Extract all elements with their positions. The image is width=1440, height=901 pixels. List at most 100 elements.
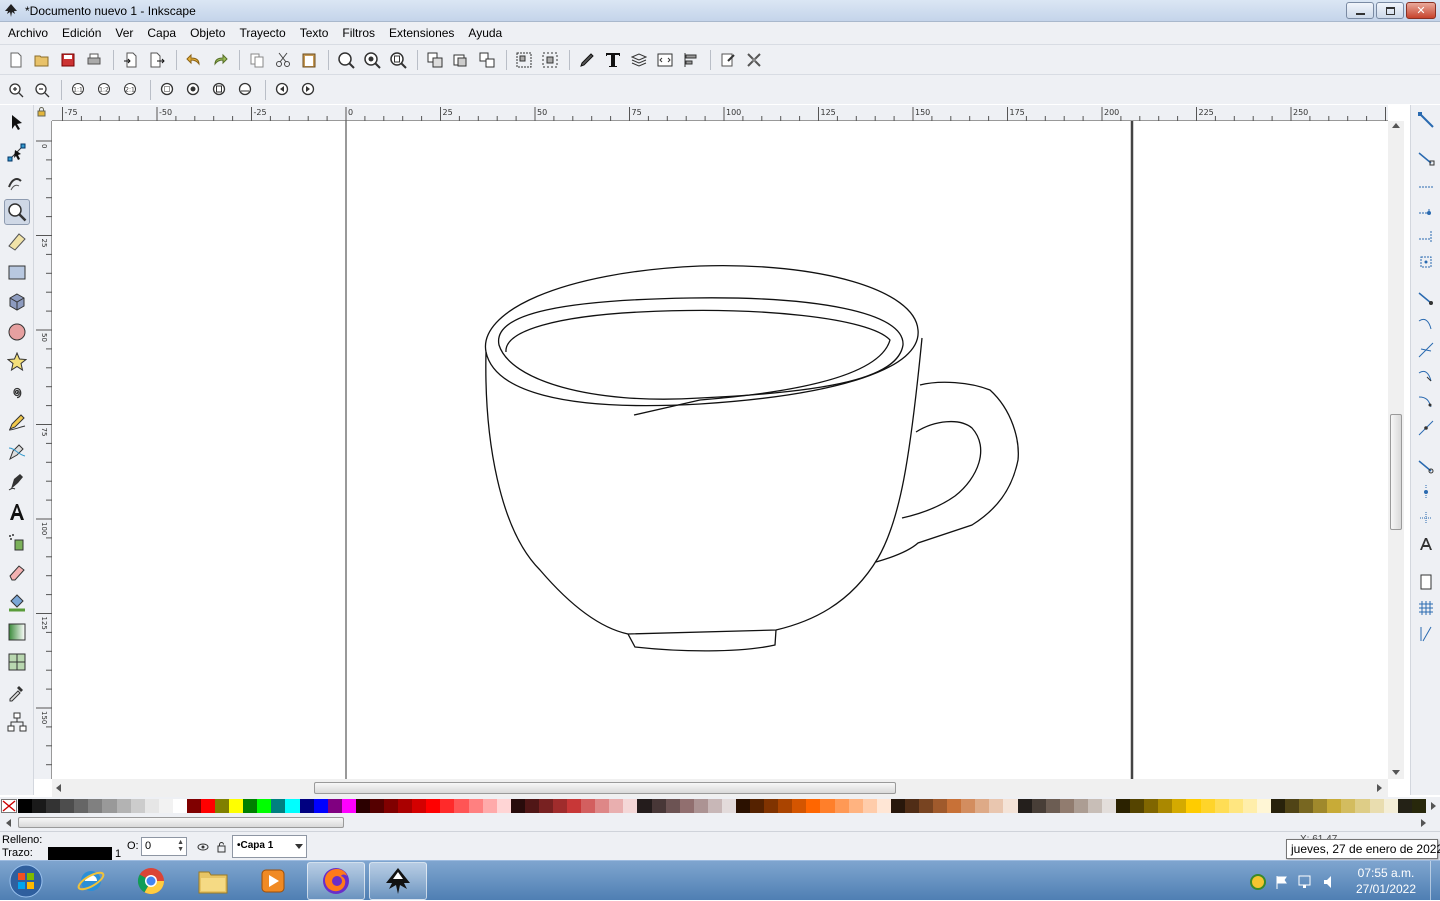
horizontal-scroll-thumb[interactable] xyxy=(314,782,896,794)
color-swatch[interactable] xyxy=(552,799,568,813)
paste-button[interactable] xyxy=(297,48,321,72)
stroke-width-value[interactable]: 1 xyxy=(115,848,121,860)
color-swatch[interactable] xyxy=(989,799,1004,813)
color-swatch[interactable] xyxy=(1270,799,1286,813)
node-tool[interactable] xyxy=(4,139,30,165)
zoom-tool[interactable] xyxy=(4,199,30,225)
duplicate-button[interactable] xyxy=(423,48,447,72)
select-tool[interactable] xyxy=(4,109,30,135)
tray-volume-icon[interactable] xyxy=(1322,874,1338,890)
color-swatch[interactable] xyxy=(848,799,863,813)
snap-intersections-button[interactable] xyxy=(1417,341,1435,359)
color-swatch[interactable] xyxy=(735,799,751,813)
color-swatch[interactable] xyxy=(426,799,441,813)
scroll-right-arrow[interactable] xyxy=(1377,784,1382,792)
coffee-cup-drawing[interactable] xyxy=(484,264,1019,652)
color-swatch[interactable] xyxy=(130,799,145,813)
snap-text-baseline-button[interactable] xyxy=(1417,535,1435,553)
zoom-1-2-button[interactable]: 1:2 xyxy=(93,78,117,102)
color-swatch[interactable] xyxy=(1327,799,1342,813)
cup-handle-inner[interactable] xyxy=(901,421,982,519)
color-swatch[interactable] xyxy=(341,799,356,813)
color-swatch[interactable] xyxy=(1045,799,1060,813)
color-swatch[interactable] xyxy=(102,799,117,813)
vertical-scrollbar[interactable] xyxy=(1388,121,1404,779)
color-swatch[interactable] xyxy=(919,799,934,813)
color-swatch[interactable] xyxy=(1256,799,1271,813)
color-swatch[interactable] xyxy=(299,799,314,813)
color-swatch[interactable] xyxy=(369,799,385,813)
snap-grid-button[interactable] xyxy=(1417,599,1435,617)
taskbar-file-explorer[interactable] xyxy=(184,862,242,900)
calligraphy-tool[interactable] xyxy=(4,469,30,495)
menu-archivo[interactable]: Archivo xyxy=(8,26,55,40)
color-swatch[interactable] xyxy=(327,799,342,813)
ellipse-tool[interactable] xyxy=(4,319,30,345)
color-swatch[interactable] xyxy=(271,799,286,813)
document-properties-button[interactable] xyxy=(716,48,740,72)
color-swatch[interactable] xyxy=(665,799,680,813)
color-swatch[interactable] xyxy=(1087,799,1103,813)
snap-others-button[interactable] xyxy=(1417,457,1435,475)
new-document-button[interactable] xyxy=(4,48,28,72)
align-distribute-button[interactable] xyxy=(679,48,703,72)
taskbar-inkscape[interactable] xyxy=(369,862,427,900)
color-swatch[interactable] xyxy=(567,799,582,813)
text-font-button[interactable] xyxy=(601,48,625,72)
drawing-canvas[interactable] xyxy=(52,121,1388,779)
color-swatch[interactable] xyxy=(1031,799,1046,813)
snap-bbox-corners-button[interactable] xyxy=(1417,201,1435,219)
color-swatch[interactable] xyxy=(876,799,891,813)
3d-box-tool[interactable] xyxy=(4,289,30,315)
color-swatch[interactable] xyxy=(792,799,807,813)
color-swatch[interactable] xyxy=(679,799,694,813)
color-swatch[interactable] xyxy=(961,799,976,813)
zoom-fit-width-button[interactable] xyxy=(234,78,258,102)
snap-smooth-nodes-button[interactable] xyxy=(1417,393,1435,411)
taskbar-media-player[interactable] xyxy=(244,862,302,900)
tweak-tool[interactable] xyxy=(4,169,30,195)
color-swatch[interactable] xyxy=(1242,799,1257,813)
menu-ayuda[interactable]: Ayuda xyxy=(461,26,509,40)
group-button[interactable] xyxy=(512,48,536,72)
connector-tool[interactable] xyxy=(4,709,30,735)
color-swatch[interactable] xyxy=(1003,799,1018,813)
color-swatch[interactable] xyxy=(1383,799,1398,813)
color-swatch[interactable] xyxy=(1285,799,1300,813)
undo-button[interactable] xyxy=(182,48,206,72)
opacity-spinbox[interactable]: 0 ▲ ▼ xyxy=(141,837,187,856)
import-button[interactable] xyxy=(119,48,143,72)
snap-midpoints-button[interactable] xyxy=(1417,419,1435,437)
color-swatch[interactable] xyxy=(440,799,455,813)
print-button[interactable] xyxy=(82,48,106,72)
color-swatch[interactable] xyxy=(1200,799,1215,813)
color-swatch[interactable] xyxy=(750,799,765,813)
snap-bbox-centers-button[interactable] xyxy=(1417,253,1435,271)
pencil-tool[interactable] xyxy=(4,409,30,435)
color-swatch[interactable] xyxy=(1341,799,1356,813)
color-swatch[interactable] xyxy=(468,799,483,813)
color-swatch[interactable] xyxy=(609,799,624,813)
snap-bbox-edges-button[interactable] xyxy=(1417,175,1435,193)
xml-editor-button[interactable] xyxy=(653,48,677,72)
color-swatch[interactable] xyxy=(186,799,202,813)
clone-button[interactable] xyxy=(449,48,473,72)
color-swatch[interactable] xyxy=(1186,799,1201,813)
layer-selector[interactable]: •Capa 1 xyxy=(232,835,307,858)
color-swatch[interactable] xyxy=(243,799,258,813)
unlink-clone-button[interactable] xyxy=(475,48,499,72)
dropper-tool[interactable] xyxy=(4,679,30,705)
color-swatch[interactable] xyxy=(1214,799,1229,813)
open-button[interactable] xyxy=(30,48,54,72)
snap-bbox-button[interactable] xyxy=(1417,149,1435,167)
preferences-button[interactable] xyxy=(742,48,766,72)
star-tool[interactable] xyxy=(4,349,30,375)
zoom-fit-selection-button[interactable] xyxy=(156,78,180,102)
color-swatch[interactable] xyxy=(538,799,553,813)
color-swatch[interactable] xyxy=(1158,799,1173,813)
color-swatch[interactable] xyxy=(1172,799,1187,813)
scroll-left-arrow[interactable] xyxy=(56,784,61,792)
color-swatch[interactable] xyxy=(651,799,666,813)
tray-network-icon[interactable] xyxy=(1297,874,1315,890)
color-swatch[interactable] xyxy=(820,799,835,813)
